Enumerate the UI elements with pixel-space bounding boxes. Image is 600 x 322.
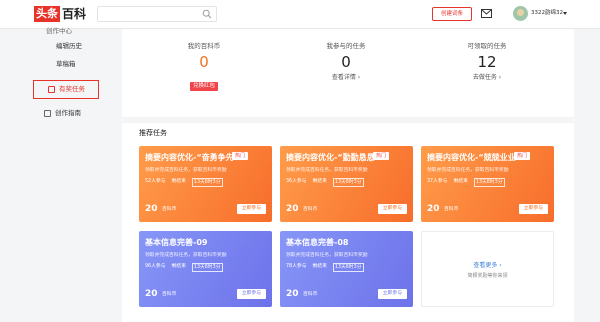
task-card[interactable]: 摘要内容优化-“兢兢业业... 热门 领取并完成百科任务，获取百科币奖励 37人…	[421, 146, 554, 222]
stat-value: 0	[341, 53, 351, 71]
reward-amount: 20	[286, 289, 299, 299]
stat-available-tasks: 可领取的任务 12 去做任务 ›	[427, 42, 547, 82]
view-more-subtitle: 简颖奖励等你来领	[467, 273, 508, 279]
stats-row: 我的百科币 0 兑换红包 我参与的任务 0 查看详情 › 可领取的任务 12 去…	[122, 29, 574, 109]
task-title: 摘要内容优化-“奋勇争先...	[145, 153, 243, 162]
countdown-timer: 13天8时3分	[191, 263, 223, 272]
create-entry-button[interactable]: 创建词条	[432, 7, 472, 21]
task-card[interactable]: 摘要内容优化-“勤勤恳恳... 热门 领取并完成百科任务，获取百科币奖励 36人…	[280, 146, 413, 222]
search-input[interactable]	[97, 6, 217, 22]
view-more-card[interactable]: 查看更多 › 简颖奖励等你来领	[421, 231, 554, 307]
section-divider	[122, 117, 574, 123]
task-title: 基本信息完善-08	[286, 238, 349, 247]
guide-icon	[44, 110, 51, 117]
view-details-link[interactable]: 查看详情 ›	[286, 73, 406, 82]
task-description: 领取并完成百科任务，获取百科币奖励	[427, 168, 509, 173]
chevron-down-icon[interactable]	[563, 12, 567, 15]
task-card[interactable]: 基本信息完善-09 领取并完成百科任务，获取百科币奖励 96人参与 剩结束 13…	[139, 231, 272, 307]
countdown-timer: 13天8时3分	[332, 263, 364, 272]
task-title: 摘要内容优化-“兢兢业业...	[427, 153, 525, 162]
participants-count: 96人参与	[145, 264, 166, 269]
task-meta: 36人参与 剩结束 13天8时3分	[286, 178, 364, 187]
join-button[interactable]: 立即参与	[518, 204, 548, 214]
stat-joined-tasks: 我参与的任务 0 查看详情 ›	[286, 42, 406, 82]
reward-amount: 20	[145, 204, 158, 214]
reward-unit: 百科币	[162, 292, 177, 297]
task-description: 领取并完成百科任务，获取百科币奖励	[286, 168, 368, 173]
task-description: 领取并完成百科任务，获取百科币奖励	[145, 253, 227, 258]
stat-value: 12	[477, 53, 497, 71]
deadline-label: 剩结束	[453, 179, 468, 184]
avatar[interactable]	[513, 6, 528, 21]
countdown-timer: 13天8时3分	[473, 178, 505, 187]
participants-count: 36人参与	[286, 179, 307, 184]
countdown-timer: 13天8时3分	[191, 178, 223, 187]
reward-unit: 百科币	[303, 292, 318, 297]
sidebar: 创作中心 编辑历史 草稿箱 有奖任务 创作指南	[30, 27, 110, 322]
logo[interactable]: 头条 百科	[34, 6, 86, 22]
deadline-label: 剩结束	[171, 264, 186, 269]
reward-amount: 20	[427, 204, 440, 214]
stat-label: 可领取的任务	[467, 42, 507, 50]
deadline-label: 剩结束	[171, 179, 186, 184]
section-title: 推荐任务	[139, 129, 167, 137]
search-icon[interactable]	[202, 9, 212, 19]
task-card[interactable]: 基本信息完善-08 领取并完成百科任务，获取百科币奖励 78人参与 剩结束 13…	[280, 231, 413, 307]
logo-black-text: 百科	[62, 7, 87, 21]
task-title: 摘要内容优化-“勤勤恳恳...	[286, 153, 384, 162]
logo-red-text: 头条	[34, 6, 60, 22]
sidebar-item-reward-tasks[interactable]: 有奖任务	[33, 80, 99, 99]
top-bar: 头条 百科 创建词条 3322韵绵32	[0, 0, 600, 29]
task-card[interactable]: 摘要内容优化-“奋勇争先... 热门 领取并完成百科任务，获取百科币奖励 52人…	[139, 146, 272, 222]
reward-amount: 20	[145, 289, 158, 299]
hot-badge: 热门	[231, 152, 248, 160]
mail-icon[interactable]	[481, 9, 492, 18]
stat-value: 0	[199, 53, 209, 71]
task-title: 基本信息完善-09	[145, 238, 208, 247]
sidebar-item-label: 有奖任务	[59, 85, 85, 93]
do-tasks-link[interactable]: 去做任务 ›	[427, 73, 547, 82]
hot-badge: 热门	[513, 152, 530, 160]
countdown-timer: 13天8时3分	[332, 178, 364, 187]
main-panel: 我的百科币 0 兑换红包 我参与的任务 0 查看详情 › 可领取的任务 12 去…	[122, 29, 574, 322]
sidebar-item-creation-center[interactable]: 创作中心	[46, 26, 126, 36]
reward-unit: 百科币	[162, 207, 177, 212]
task-description: 领取并完成百科任务，获取百科币奖励	[145, 168, 227, 173]
deadline-label: 剩结束	[312, 264, 327, 269]
participants-count: 52人参与	[145, 179, 166, 184]
join-button[interactable]: 立即参与	[236, 204, 266, 214]
reward-unit: 百科币	[303, 207, 318, 212]
stat-label: 我的百科币	[187, 42, 221, 50]
join-button[interactable]: 立即参与	[377, 204, 407, 214]
reward-amount: 20	[286, 204, 299, 214]
task-meta: 37人参与 剩结束 13天8时3分	[427, 178, 505, 187]
task-icon	[48, 86, 55, 93]
hot-badge: 热门	[372, 152, 389, 160]
task-meta: 96人参与 剩结束 13天8时3分	[145, 263, 223, 272]
deadline-label: 剩结束	[312, 179, 327, 184]
task-meta: 78人参与 剩结束 13天8时3分	[286, 263, 364, 272]
join-button[interactable]: 立即参与	[236, 289, 266, 299]
view-more-link[interactable]: 查看更多 ›	[422, 262, 553, 270]
reward-unit: 百科币	[444, 207, 459, 212]
task-meta: 52人参与 剩结束 13天8时3分	[145, 178, 223, 187]
stat-label: 我参与的任务	[326, 42, 366, 50]
username[interactable]: 3322韵绵32	[531, 9, 563, 18]
task-description: 领取并完成百科任务，获取百科币奖励	[286, 253, 368, 258]
participants-count: 78人参与	[286, 264, 307, 269]
join-button[interactable]: 立即参与	[377, 289, 407, 299]
stat-coins: 我的百科币 0 兑换红包	[144, 42, 264, 91]
redeem-button[interactable]: 兑换红包	[189, 82, 218, 91]
sidebar-item-label: 创作指南	[55, 109, 81, 117]
participants-count: 37人参与	[427, 179, 448, 184]
